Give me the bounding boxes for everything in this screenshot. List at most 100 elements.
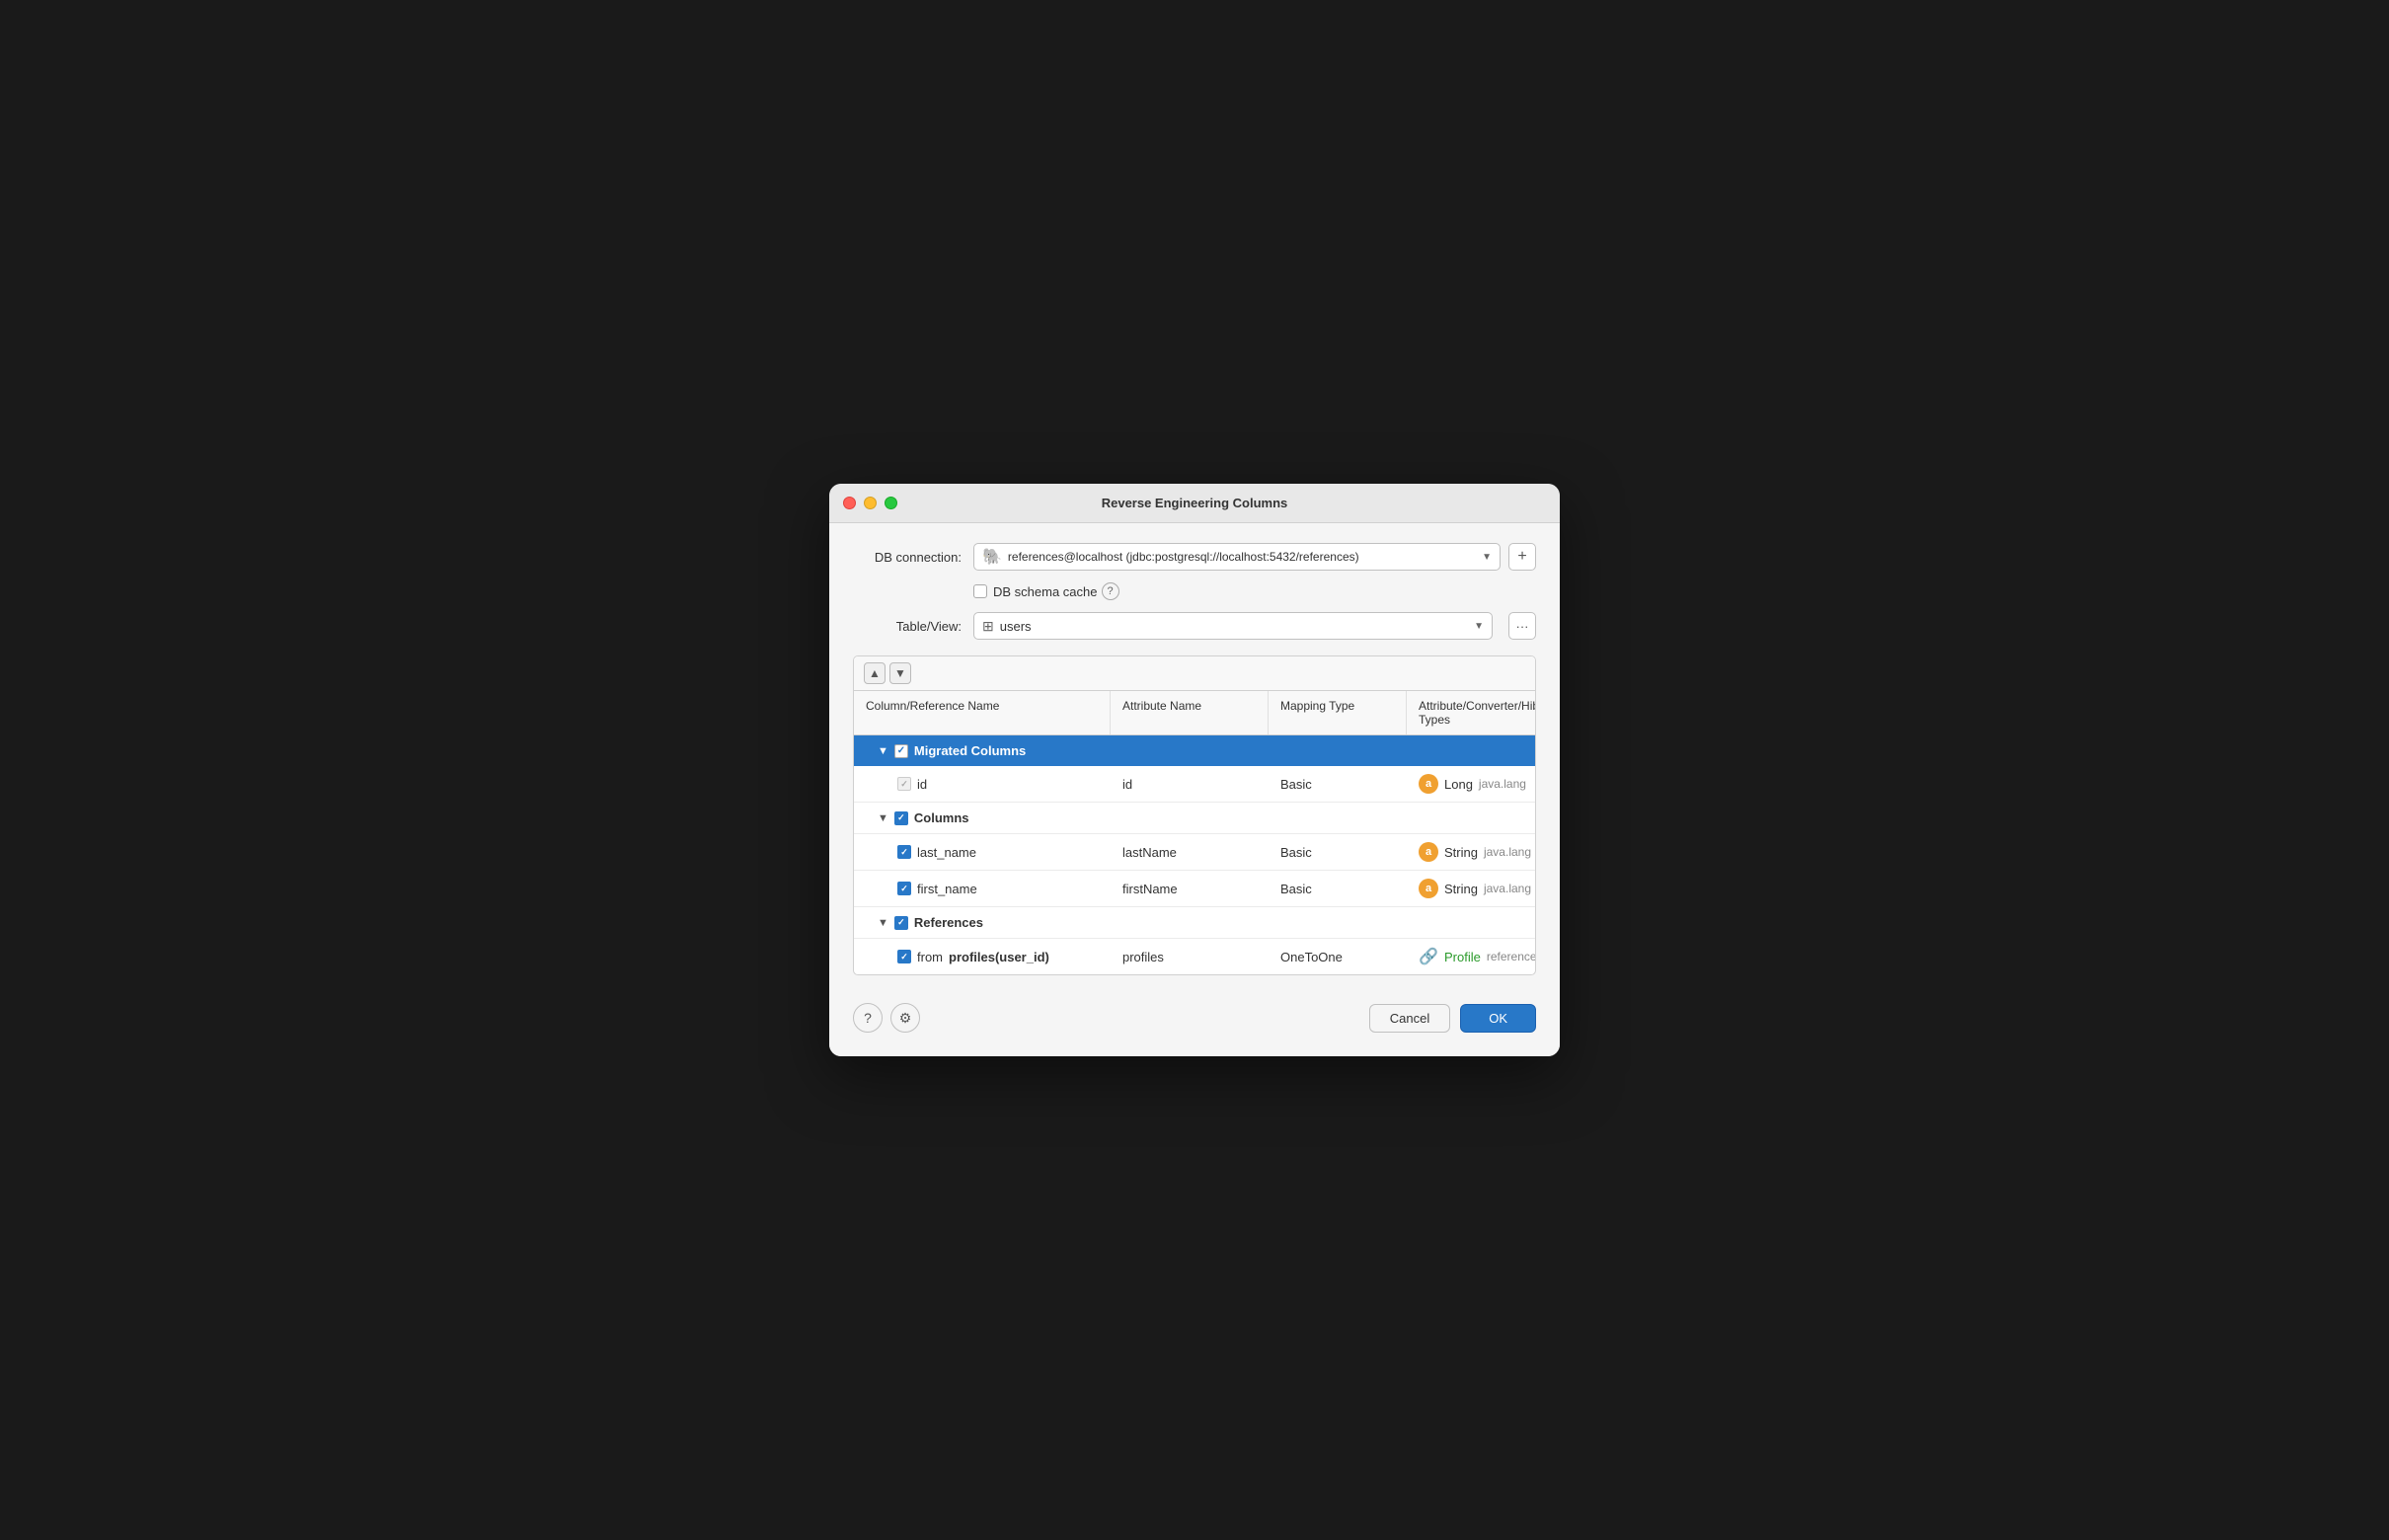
traffic-lights bbox=[843, 497, 897, 509]
settings-button[interactable]: ⚙ bbox=[890, 1003, 920, 1033]
firstname-col-name: first_name bbox=[917, 882, 977, 896]
id-attr-name: id bbox=[1122, 777, 1132, 792]
dialog-footer: ? ⚙ Cancel OK bbox=[853, 991, 1536, 1037]
firstname-name-cell: first_name bbox=[854, 874, 1111, 904]
table-row: last_name lastName Basic a String java.l… bbox=[854, 834, 1535, 871]
columns-table-container: ▲ ▼ Column/Reference Name Attribute Name… bbox=[853, 655, 1536, 975]
db-schema-cache-checkbox[interactable] bbox=[973, 584, 987, 598]
migrated-group-checkbox[interactable] bbox=[894, 744, 908, 758]
firstname-type-package: java.lang bbox=[1484, 882, 1531, 895]
move-up-button[interactable]: ▲ bbox=[864, 662, 886, 684]
maximize-button[interactable] bbox=[885, 497, 897, 509]
lastname-col-name: last_name bbox=[917, 845, 976, 860]
col-header-type: Attribute/Converter/Hibernate Types bbox=[1407, 691, 1536, 734]
group-migrated-cell: ▼ Migrated Columns bbox=[854, 735, 1111, 766]
table-header: Column/Reference Name Attribute Name Map… bbox=[854, 691, 1535, 735]
id-checkbox[interactable] bbox=[897, 777, 911, 791]
firstname-attr-name: firstName bbox=[1122, 882, 1178, 896]
id-name-cell: id bbox=[854, 769, 1111, 800]
db-connection-field-group: 🐘 references@localhost (jdbc:postgresql:… bbox=[973, 543, 1536, 571]
group-references[interactable]: ▼ References bbox=[854, 907, 1535, 939]
group-migrated-columns[interactable]: ▼ Migrated Columns bbox=[854, 735, 1535, 766]
table-view-label: Table/View: bbox=[853, 619, 962, 634]
add-connection-button[interactable]: + bbox=[1508, 543, 1536, 571]
lastname-type-cell: a String java.lang bbox=[1407, 834, 1536, 870]
db-connection-select[interactable]: 🐘 references@localhost (jdbc:postgresql:… bbox=[973, 543, 1501, 571]
columns-group-checkbox[interactable] bbox=[894, 811, 908, 825]
id-mapping-cell: Basic bbox=[1269, 769, 1407, 800]
col-header-mapping: Mapping Type bbox=[1269, 691, 1407, 734]
group-columns[interactable]: ▼ Columns bbox=[854, 803, 1535, 834]
table-view-row: Table/View: ⊞ users ▼ ··· bbox=[853, 612, 1536, 640]
chevron-down-icon: ▼ bbox=[1482, 552, 1492, 563]
lastname-type-package: java.lang bbox=[1484, 845, 1531, 859]
profiles-link-icon: 🔗 bbox=[1419, 947, 1438, 966]
profiles-checkbox[interactable] bbox=[897, 950, 911, 963]
table-chevron-down-icon: ▼ bbox=[1474, 621, 1484, 632]
table-view-select[interactable]: ⊞ users ▼ bbox=[973, 612, 1493, 640]
table-row: id id Basic a Long java.lang bbox=[854, 766, 1535, 803]
id-col-name: id bbox=[917, 777, 927, 792]
table-view-field-group: ⊞ users ▼ ··· bbox=[973, 612, 1536, 640]
db-schema-cache-label[interactable]: DB schema cache bbox=[973, 584, 1098, 599]
cancel-button[interactable]: Cancel bbox=[1369, 1004, 1450, 1033]
minimize-button[interactable] bbox=[864, 497, 877, 509]
dialog-content: DB connection: 🐘 references@localhost (j… bbox=[829, 523, 1560, 1056]
id-type-package: java.lang bbox=[1479, 777, 1526, 791]
lastname-mapping-cell: Basic bbox=[1269, 837, 1407, 868]
ok-button[interactable]: OK bbox=[1460, 1004, 1536, 1033]
lastname-type-class: String bbox=[1444, 845, 1478, 860]
id-type-badge: a bbox=[1419, 774, 1438, 794]
lastname-mapping-type: Basic bbox=[1280, 845, 1312, 860]
firstname-mapping-type: Basic bbox=[1280, 882, 1312, 896]
profiles-attr-name: profiles bbox=[1122, 950, 1164, 964]
table-more-button[interactable]: ··· bbox=[1508, 612, 1536, 640]
id-attr-cell: id bbox=[1111, 769, 1269, 800]
profiles-attr-cell: profiles bbox=[1111, 942, 1269, 972]
firstname-type-class: String bbox=[1444, 882, 1478, 896]
table-icon: ⊞ bbox=[982, 618, 994, 635]
footer-left-buttons: ? ⚙ bbox=[853, 1003, 920, 1033]
references-chevron-icon: ▼ bbox=[878, 917, 888, 929]
profiles-mapping-cell: OneToOne bbox=[1269, 942, 1407, 972]
lastname-type-badge: a bbox=[1419, 842, 1438, 862]
profiles-col-name-bold: profiles(user_id) bbox=[949, 950, 1049, 964]
firstname-type-cell: a String java.lang bbox=[1407, 871, 1536, 906]
lastname-attr-cell: lastName bbox=[1111, 837, 1269, 868]
lastname-attr-name: lastName bbox=[1122, 845, 1177, 860]
profiles-type-cell: 🔗 Profile references bbox=[1407, 939, 1536, 974]
db-connection-value: references@localhost (jdbc:postgresql://… bbox=[1008, 550, 1478, 564]
help-button[interactable]: ? bbox=[853, 1003, 883, 1033]
main-window: Reverse Engineering Columns DB connectio… bbox=[829, 484, 1560, 1056]
migrated-group-title: Migrated Columns bbox=[914, 743, 1026, 758]
move-down-button[interactable]: ▼ bbox=[889, 662, 911, 684]
profiles-col-prefix: from bbox=[917, 950, 943, 964]
group-references-cell: ▼ References bbox=[854, 907, 1111, 938]
close-button[interactable] bbox=[843, 497, 856, 509]
firstname-checkbox[interactable] bbox=[897, 882, 911, 895]
columns-chevron-icon: ▼ bbox=[878, 812, 888, 824]
window-title: Reverse Engineering Columns bbox=[1102, 496, 1288, 510]
migrated-chevron-icon: ▼ bbox=[878, 745, 888, 757]
table-view-value: users bbox=[1000, 619, 1470, 634]
column-controls: ▲ ▼ bbox=[854, 656, 1535, 691]
id-type-class: Long bbox=[1444, 777, 1473, 792]
group-columns-cell: ▼ Columns bbox=[854, 803, 1111, 833]
table-row: from profiles(user_id) profiles OneToOne… bbox=[854, 939, 1535, 974]
id-mapping-type: Basic bbox=[1280, 777, 1312, 792]
table-row: first_name firstName Basic a String java… bbox=[854, 871, 1535, 907]
col-header-name: Column/Reference Name bbox=[854, 691, 1111, 734]
title-bar: Reverse Engineering Columns bbox=[829, 484, 1560, 523]
references-group-checkbox[interactable] bbox=[894, 916, 908, 930]
profiles-mapping-type: OneToOne bbox=[1280, 950, 1343, 964]
profiles-type-suffix: references bbox=[1487, 950, 1536, 963]
columns-group-title: Columns bbox=[914, 810, 969, 825]
col-header-attr: Attribute Name bbox=[1111, 691, 1269, 734]
db-connection-row: DB connection: 🐘 references@localhost (j… bbox=[853, 543, 1536, 571]
firstname-mapping-cell: Basic bbox=[1269, 874, 1407, 904]
help-schema-icon[interactable]: ? bbox=[1102, 582, 1119, 600]
lastname-name-cell: last_name bbox=[854, 837, 1111, 868]
lastname-checkbox[interactable] bbox=[897, 845, 911, 859]
id-type-cell: a Long java.lang bbox=[1407, 766, 1536, 802]
db-icon: 🐘 bbox=[982, 547, 1002, 567]
